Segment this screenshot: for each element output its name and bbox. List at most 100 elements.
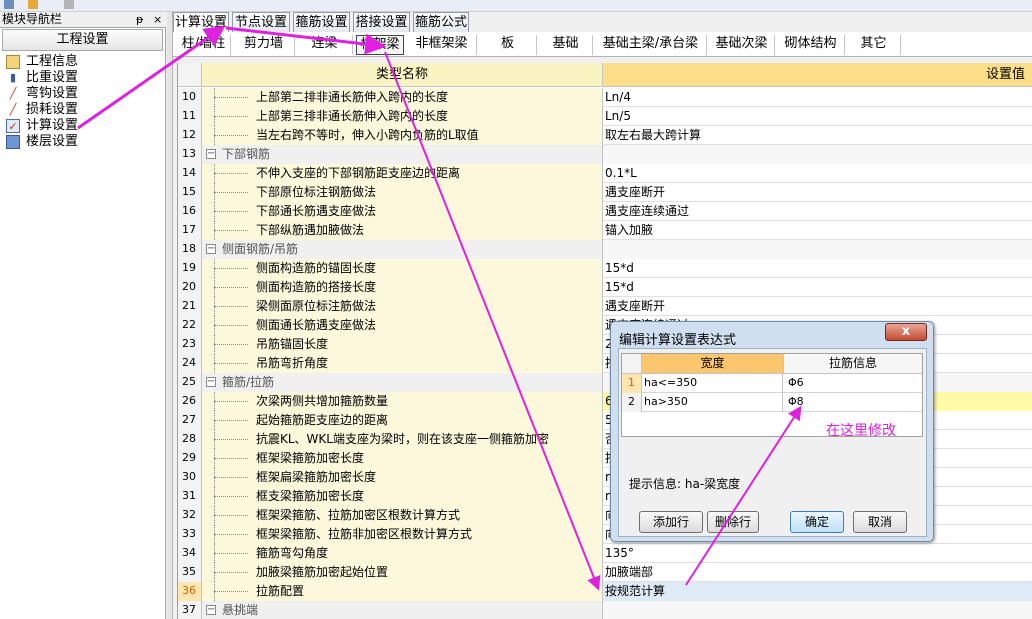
row-number: 20 [178,278,202,297]
tab-non-frame-beam[interactable]: 非框架梁 [407,35,477,55]
nav-item-project-info[interactable]: 工程信息 [6,54,78,70]
tree-connector [208,107,252,126]
project-settings-header[interactable]: 工程设置 [2,29,163,51]
panel-splitter[interactable] [167,12,173,619]
nav-panel-title-bar: 模块导航栏 ᵽ × [0,12,166,28]
open-icon[interactable] [28,0,38,9]
setting-value-cell[interactable]: 锚入加腋 [603,221,1032,240]
row-number: 1 [622,374,642,393]
type-name-text: 次梁两侧共增加箍筋数量 [256,394,389,408]
setting-value-cell[interactable]: 遇支座连续通过 [603,202,1032,221]
tab-masonry[interactable]: 砌体结构 [777,35,845,55]
tab-lap-settings[interactable]: 搭接设置 [353,12,410,32]
nav-item-loss-settings[interactable]: ╱ 损耗设置 [6,102,78,118]
table-row[interactable]: 19 侧面构造筋的锚固长度 15*d [178,259,1032,278]
type-name-cell: − 下部钢筋 [202,145,603,164]
table-row[interactable]: 20 侧面构造筋的搭接长度 15*d [178,278,1032,297]
tab-shear-wall[interactable]: 剪力墙 [233,35,295,55]
setting-value-cell[interactable]: Ln/5 [603,107,1032,126]
tab-stirrup-formula[interactable]: 箍筋公式 [413,12,469,32]
collapse-icon[interactable]: − [206,377,216,387]
tab-stirrup-settings[interactable]: 箍筋设置 [293,12,350,32]
table-row[interactable]: 15 下部原位标注钢筋做法 遇支座断开 [178,183,1032,202]
column-header-width[interactable]: 宽度 [642,354,784,374]
save-icon[interactable] [4,0,14,9]
row-number: 31 [178,487,202,506]
setting-value-cell[interactable]: 加腋端部 [603,563,1032,582]
tab-foundation-secondary-beam[interactable]: 基础次梁 [709,35,775,55]
table-row[interactable]: 35 加腋梁箍筋加密起始位置 加腋端部 [178,563,1032,582]
setting-value-cell[interactable]: 取左右最大跨计算 [603,126,1032,145]
tab-slab[interactable]: 板 [479,35,537,55]
tab-foundation-main-beam[interactable]: 基础主梁/承台梁 [595,35,707,55]
undo-icon[interactable] [64,0,74,9]
collapse-icon[interactable]: − [206,605,216,615]
table-row[interactable]: 14 不伸入支座的下部钢筋距支座边的距离 0.1*L [178,164,1032,183]
type-name-cell: 加腋梁箍筋加密起始位置 [202,563,603,582]
tab-coupling-beam[interactable]: 连梁 [297,35,353,55]
table-row[interactable]: 17 下部纵筋遇加腋做法 锚入加腋 [178,221,1032,240]
collapse-icon[interactable]: − [206,149,216,159]
column-header-type-name[interactable]: 类型名称 [202,63,603,87]
nav-item-weight-settings[interactable]: ▮ 比重设置 [6,70,78,86]
setting-value-cell[interactable]: 遇支座断开 [603,297,1032,316]
nav-item-hook-settings[interactable]: ╱ 弯钩设置 [6,86,78,102]
tab-node-settings[interactable]: 节点设置 [232,12,290,32]
table-row[interactable]: 1 ha<=350 Φ6 [622,374,922,393]
column-header-setting-value[interactable]: 设置值 [603,63,1032,87]
setting-value-cell[interactable]: 15*d [603,259,1032,278]
tie-info-cell[interactable]: Φ8 [784,393,922,412]
table-row[interactable]: 36 拉筋配置 按规范计算 [178,582,1032,601]
group-row[interactable]: 18− 侧面钢筋/吊筋 [178,240,1032,259]
row-number: 2 [622,393,642,412]
setting-value-cell[interactable] [603,240,1032,259]
tab-calc-settings[interactable]: 计算设置 [173,12,229,33]
table-row[interactable]: 11 上部第三排非通长筋伸入跨内的长度 Ln/5 [178,107,1032,126]
row-number: 13 [178,145,202,164]
tree-connector [208,487,252,506]
setting-value-cell[interactable]: 按规范计算 [603,582,1032,601]
type-name-cell: 吊筋锚固长度 [202,335,603,354]
tab-column[interactable]: 柱/墙柱 [177,35,231,55]
close-icon[interactable]: × [153,12,162,27]
table-row[interactable]: 2 ha>350 Φ8 [622,393,922,412]
dialog-close-button[interactable]: x [885,323,927,341]
table-row[interactable]: 21 梁侧面原位标注筋做法 遇支座断开 [178,297,1032,316]
table-row[interactable]: 10 上部第二排非通长筋伸入跨内的长度 Ln/4 [178,88,1032,107]
width-cell[interactable]: ha>350 [642,393,783,412]
column-header-tie-info[interactable]: 拉筋信息 [784,354,922,374]
table-row[interactable]: 16 下部通长筋遇支座做法 遇支座连续通过 [178,202,1032,221]
row-number: 19 [178,259,202,278]
table-row[interactable]: 34 箍筋弯勾角度 135° [178,544,1032,563]
tab-foundation[interactable]: 基础 [539,35,593,55]
tree-connector [208,259,252,278]
tie-info-cell[interactable]: Φ6 [784,374,922,393]
nav-item-calc-settings[interactable]: ✓ 计算设置 [6,118,78,134]
delete-row-button[interactable]: 删除行 [707,511,759,533]
tree-connector [208,221,252,240]
tab-frame-beam[interactable]: 框架梁 [356,35,404,55]
setting-value-cell[interactable]: Ln/4 [603,88,1032,107]
collapse-icon[interactable]: − [206,244,216,254]
table-row[interactable]: 12 当左右跨不等时，伸入小跨内负筋的L取值 取左右最大跨计算 [178,126,1032,145]
setting-value-cell[interactable]: 0.1*L [603,164,1032,183]
row-number: 21 [178,297,202,316]
group-row[interactable]: 37− 悬挑端 [178,601,1032,619]
type-name-cell: 上部第三排非通长筋伸入跨内的长度 [202,107,603,126]
setting-value-cell[interactable]: 遇支座断开 [603,183,1032,202]
add-row-button[interactable]: 添加行 [639,511,703,533]
setting-value-cell[interactable]: 15*d [603,278,1032,297]
width-cell[interactable]: ha<=350 [642,374,783,393]
pin-icon[interactable]: ᵽ [136,12,143,27]
setting-value-cell[interactable]: 135° [603,544,1032,563]
row-number: 18 [178,240,202,259]
cancel-button[interactable]: 取消 [853,511,907,533]
nav-item-floor-settings[interactable]: 楼层设置 [6,134,78,150]
tree-connector [208,563,252,582]
tab-other[interactable]: 其它 [847,35,901,55]
ok-button[interactable]: 确定 [790,511,844,533]
setting-value-cell[interactable] [603,145,1032,164]
group-row[interactable]: 13− 下部钢筋 [178,145,1032,164]
setting-value-cell[interactable] [603,601,1032,619]
row-number: 33 [178,525,202,544]
